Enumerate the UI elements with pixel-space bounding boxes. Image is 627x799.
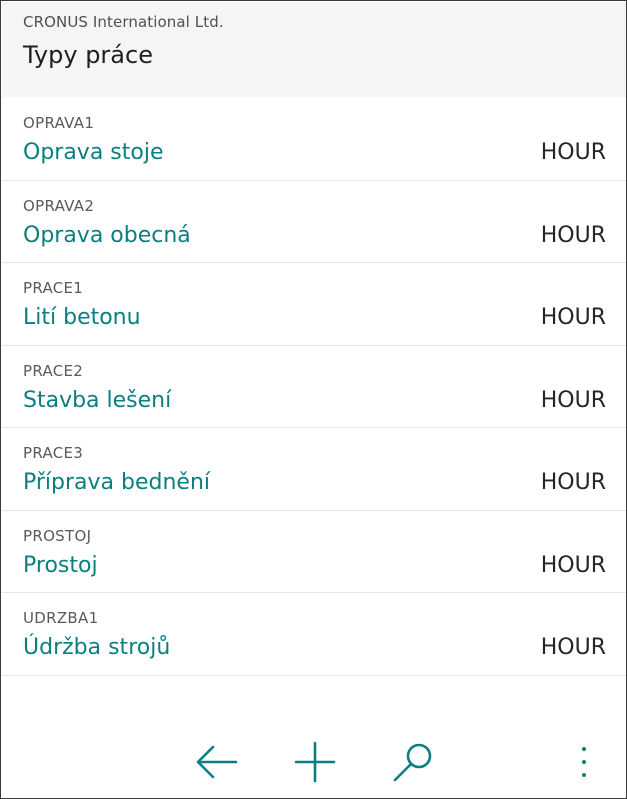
action-bar — [2, 721, 626, 798]
item-code: PRACE2 — [23, 361, 84, 380]
item-code: PRACE1 — [23, 279, 84, 297]
more-vertical-icon — [582, 747, 586, 777]
list-item[interactable]: PRACE3 Příprava bednění HOUR — [2, 428, 626, 511]
item-code: PRACE3 — [23, 444, 84, 462]
item-description-link[interactable]: Údržba strojů — [23, 635, 170, 660]
item-description-link[interactable]: Stavba lešení — [23, 388, 171, 413]
item-unit: HOUR — [540, 387, 606, 413]
search-icon — [393, 743, 432, 782]
page-header: CRONUS International Ltd. Typy práce — [2, 2, 626, 97]
plus-icon — [294, 741, 336, 783]
company-name: CRONUS International Ltd. — [23, 13, 224, 31]
more-options-button[interactable] — [559, 737, 609, 787]
item-code: UDRZBA1 — [23, 609, 99, 627]
search-button[interactable] — [388, 737, 438, 787]
page-title: Typy práce — [23, 41, 153, 69]
item-unit: HOUR — [540, 552, 606, 578]
back-button[interactable] — [192, 737, 242, 787]
item-description-link[interactable]: Oprava stoje — [23, 140, 164, 165]
work-types-list: OPRAVA1 Oprava stoje HOUR OPRAVA2 Oprava… — [2, 98, 626, 676]
item-description-link[interactable]: Oprava obecná — [23, 223, 191, 248]
item-unit: HOUR — [540, 305, 606, 330]
list-item[interactable]: UDRZBA1 Údržba strojů HOUR — [2, 593, 626, 676]
item-code: PROSTOJ — [23, 526, 92, 545]
item-description-link[interactable]: Lití betonu — [23, 305, 141, 330]
item-unit: HOUR — [540, 222, 606, 248]
list-item[interactable]: OPRAVA2 Oprava obecná HOUR — [2, 181, 626, 263]
list-item[interactable]: PROSTOJ Prostoj HOUR — [2, 511, 626, 593]
item-code: OPRAVA2 — [23, 196, 95, 215]
item-description-link[interactable]: Příprava bednění — [23, 470, 210, 495]
item-unit: HOUR — [540, 635, 606, 660]
item-code: OPRAVA1 — [23, 114, 95, 132]
list-item[interactable]: PRACE2 Stavba lešení HOUR — [2, 346, 626, 428]
back-arrow-icon — [196, 745, 238, 779]
item-description-link[interactable]: Prostoj — [23, 553, 98, 578]
item-unit: HOUR — [540, 470, 606, 495]
app-frame: CRONUS International Ltd. Typy práce OPR… — [0, 0, 627, 799]
list-item[interactable]: PRACE1 Lití betonu HOUR — [2, 263, 626, 346]
list-item[interactable]: OPRAVA1 Oprava stoje HOUR — [2, 98, 626, 181]
item-unit: HOUR — [540, 140, 606, 165]
new-button[interactable] — [290, 737, 340, 787]
